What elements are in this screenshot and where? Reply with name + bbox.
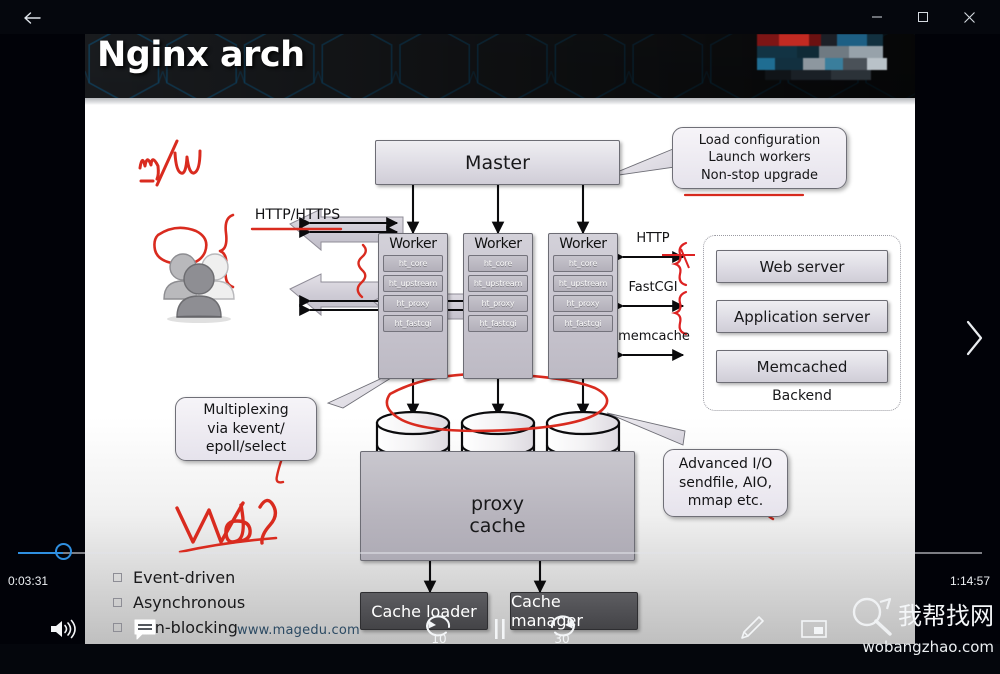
- callout-advanced-io-line-3: mmap etc.: [687, 493, 764, 510]
- worker-1-title: Worker: [389, 236, 437, 252]
- forward-30-icon: 30: [550, 615, 575, 646]
- label-http-https: HTTP/HTTPS: [254, 207, 341, 223]
- chevron-right-icon: [966, 320, 983, 356]
- pause-icon: [495, 619, 505, 639]
- back-button[interactable]: [12, 4, 52, 32]
- bullet-asynchronous: Asynchronous: [113, 593, 245, 612]
- backend-service-memcached-label: Memcached: [756, 357, 848, 376]
- bullet-event-driven-label: Event-driven: [133, 568, 236, 587]
- close-button[interactable]: [946, 2, 992, 32]
- callout-master: Load configuration Launch workers Non-st…: [672, 127, 847, 189]
- brand-logo-blurred: [757, 34, 887, 80]
- worker-2-module-ht_core: ht_core: [468, 255, 528, 272]
- worker-2-title: Worker: [474, 236, 522, 252]
- worker-3-module-ht_proxy: ht_proxy: [553, 295, 613, 312]
- backend-service-web-server: Web server: [716, 250, 888, 283]
- backend-service-application-server-label: Application server: [733, 307, 871, 326]
- worker-1-module-ht_proxy: ht_proxy: [383, 295, 443, 312]
- seek-thumb[interactable]: [54, 543, 72, 560]
- callout-multiplexing-line-2: via kevent/: [207, 420, 285, 437]
- label-protocol-http: HTTP: [636, 231, 670, 246]
- node-proxy-cache: proxy cache: [360, 451, 635, 561]
- pen-icon: [741, 616, 764, 639]
- bullet-asynchronous-label: Asynchronous: [133, 593, 246, 612]
- back-arrow-icon: [24, 12, 41, 24]
- backend-title: Backend: [772, 388, 832, 404]
- worker-1-module-ht_upstream: ht_upstream: [383, 275, 443, 292]
- maximize-button[interactable]: [900, 2, 946, 32]
- worker-3-module-ht_fastcgi: ht_fastcgi: [553, 315, 613, 332]
- callout-master-line-1: Load configuration: [698, 132, 821, 148]
- forward-seconds-text: 30: [554, 632, 569, 646]
- callout-master-line-3: Non-stop upgrade: [700, 167, 819, 183]
- label-protocol-fastcgi: FastCGI: [628, 280, 678, 295]
- slide-header: Nginx arch: [85, 24, 915, 98]
- worker-3-module-ht_core: ht_core: [553, 255, 613, 272]
- callout-master-line-2: Launch workers: [708, 150, 811, 166]
- callout-advanced-io-line-2: sendfile, AIO,: [678, 474, 773, 491]
- rewind-10-icon: 10: [426, 615, 451, 646]
- callout-multiplexing-line-1: Multiplexing: [203, 401, 289, 418]
- worker-2-module-ht_upstream: ht_upstream: [468, 275, 528, 292]
- minimize-button[interactable]: [854, 2, 900, 32]
- minimize-icon: [872, 16, 882, 18]
- maximize-icon: [918, 12, 928, 22]
- node-proxy-cache-label-line-1: proxy: [471, 493, 524, 516]
- worker-column-1: Worker ht_core ht_upstream ht_proxy ht_f…: [378, 233, 448, 379]
- backend-service-application-server: Application server: [716, 300, 888, 333]
- forward-30-button[interactable]: 30: [543, 610, 581, 648]
- bullet-square-icon: [113, 598, 122, 607]
- worker-1-module-ht_fastcgi: ht_fastcgi: [383, 315, 443, 332]
- time-elapsed: 0:03:31: [8, 574, 49, 588]
- close-icon: [963, 11, 975, 23]
- worker-1-module-ht_core: ht_core: [383, 255, 443, 272]
- node-master: Master: [375, 140, 620, 185]
- clients-group-icon: [163, 253, 235, 323]
- slide-body: Master Load configuration Launch workers…: [85, 105, 915, 644]
- volume-button[interactable]: [42, 612, 82, 646]
- rewind-10-button[interactable]: 10: [420, 610, 458, 648]
- node-master-label: Master: [465, 151, 530, 174]
- next-slide-button[interactable]: [952, 300, 996, 376]
- pen-annotate-button[interactable]: [734, 610, 770, 646]
- worker-3-module-ht_upstream: ht_upstream: [553, 275, 613, 292]
- callout-advanced-io-line-1: Advanced I/O: [678, 455, 773, 472]
- seek-bar[interactable]: [18, 543, 982, 560]
- callout-multiplexing: Multiplexing via kevent/ epoll/select: [175, 397, 317, 461]
- mini-player-button[interactable]: [797, 614, 831, 644]
- label-protocol-memcache: memcache: [618, 329, 690, 344]
- worker-column-2: Worker ht_core ht_upstream ht_proxy ht_f…: [463, 233, 533, 379]
- worker-2-module-ht_proxy: ht_proxy: [468, 295, 528, 312]
- page-title: Nginx arch: [97, 35, 305, 75]
- bullet-square-icon: [113, 573, 122, 582]
- worker-3-title: Worker: [559, 236, 607, 252]
- seek-track[interactable]: [18, 552, 982, 554]
- callout-advanced-io: Advanced I/O sendfile, AIO, mmap etc.: [663, 449, 788, 517]
- slide-footer-url: www.magedu.com: [237, 623, 360, 638]
- time-remaining: 1:14:57: [949, 574, 990, 588]
- volume-icon: [51, 619, 76, 639]
- video-player-app: Nginx arch Master Load configuration Lau…: [0, 0, 1000, 674]
- captions-button[interactable]: [128, 612, 162, 646]
- worker-2-module-ht_fastcgi: ht_fastcgi: [468, 315, 528, 332]
- window-titlebar: [0, 0, 1000, 34]
- worker-column-3: Worker ht_core ht_upstream ht_proxy ht_f…: [548, 233, 618, 379]
- backend-service-memcached: Memcached: [716, 350, 888, 383]
- bullet-square-icon: [113, 623, 122, 632]
- backend-container: Web server Application server Memcached …: [703, 235, 901, 411]
- captions-icon: [134, 619, 156, 640]
- player-bottom-bar: [0, 644, 1000, 674]
- node-proxy-cache-label-line-2: cache: [469, 515, 526, 538]
- header-divider: [85, 98, 915, 105]
- rewind-seconds-text: 10: [431, 632, 446, 646]
- mini-player-icon: [801, 620, 827, 638]
- backend-service-web-server-label: Web server: [759, 257, 845, 276]
- play-pause-button[interactable]: [483, 612, 517, 646]
- callout-multiplexing-line-3: epoll/select: [205, 439, 287, 456]
- bullet-event-driven: Event-driven: [113, 568, 235, 587]
